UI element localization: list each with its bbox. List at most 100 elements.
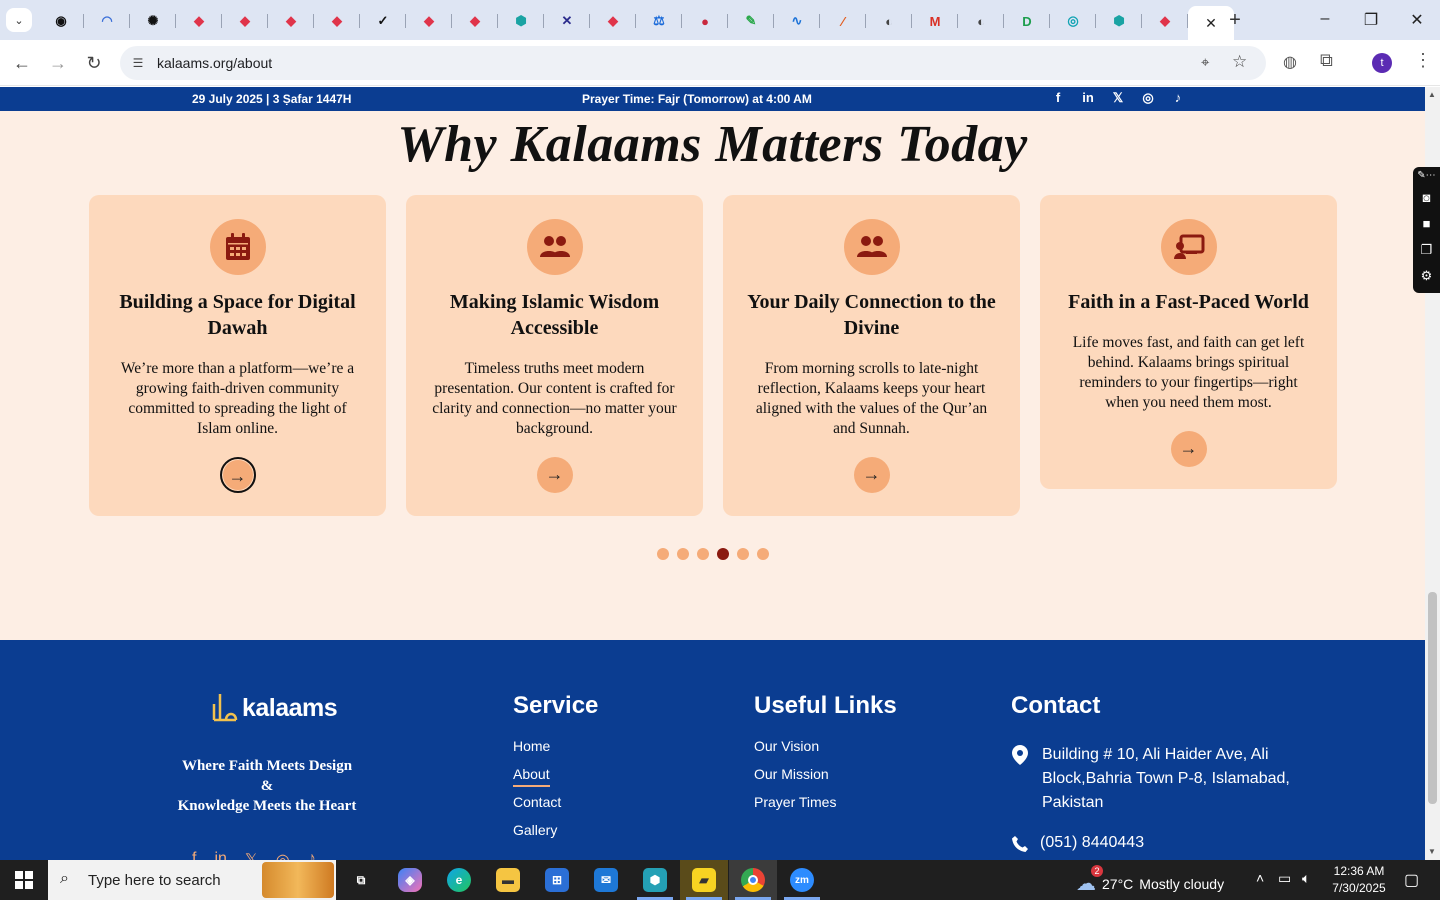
carousel-dot[interactable] — [757, 548, 769, 560]
x-twitter-icon[interactable]: 𝕏 — [245, 850, 258, 860]
footer-link-gallery[interactable]: Gallery — [513, 822, 561, 850]
site-settings-icon[interactable]: ☰ — [130, 55, 146, 71]
linkedin-icon[interactable]: in — [1080, 90, 1096, 106]
link-label[interactable]: Our Mission — [754, 766, 829, 782]
card-arrow-button[interactable]: → — [853, 457, 890, 493]
carousel-dot[interactable] — [737, 548, 749, 560]
footer-link-contact[interactable]: Contact — [513, 794, 561, 822]
link-label[interactable]: Gallery — [513, 822, 557, 838]
close-tab-icon[interactable]: ✕ — [1205, 15, 1217, 32]
browser-tab[interactable]: ◆ — [314, 6, 360, 36]
settings-gear-icon[interactable]: ⚙ — [1413, 263, 1440, 289]
extensions-puzzle-icon[interactable]: ⧉ — [1320, 50, 1333, 71]
address-bar[interactable]: ☰ kalaams.org/about ⌖ ☆ — [120, 46, 1266, 80]
browser-tab[interactable]: D — [1004, 6, 1050, 36]
footer-link-prayer-times[interactable]: Prayer Times — [754, 794, 836, 822]
browser-tab[interactable]: ◉ — [38, 6, 84, 36]
browser-tab[interactable]: ⚖ — [636, 6, 682, 36]
camera-icon[interactable]: ◙ — [1413, 185, 1440, 211]
carousel-dot[interactable] — [697, 548, 709, 560]
carousel-dot[interactable] — [677, 548, 689, 560]
tiktok-icon[interactable]: ♪ — [1170, 90, 1186, 106]
weather-widget[interactable]: ☁ 2 27°C Mostly cloudy — [1076, 865, 1224, 896]
browser-tab[interactable]: ⬢ — [498, 6, 544, 36]
store-button[interactable]: ⊞ — [533, 860, 581, 900]
footer-link-about[interactable]: About — [513, 766, 561, 794]
card-arrow-button[interactable]: → — [536, 457, 573, 493]
footer-logo[interactable]: kalaams — [210, 690, 338, 726]
instagram-icon[interactable]: ◎ — [276, 850, 290, 860]
scrollbar-thumb[interactable] — [1428, 592, 1437, 804]
footer-link-our-vision[interactable]: Our Vision — [754, 738, 836, 766]
browser-tab[interactable]: ◆ — [268, 6, 314, 36]
zoom-button[interactable]: zm — [778, 860, 826, 900]
browser-tab[interactable]: ⁄ — [820, 6, 866, 36]
forward-button[interactable]: → — [47, 52, 69, 74]
back-button[interactable]: ← — [11, 52, 33, 74]
network-icon[interactable]: ▭ — [1278, 870, 1291, 887]
link-label[interactable]: Our Vision — [754, 738, 819, 754]
scroll-down-icon[interactable]: ▼ — [1428, 847, 1436, 856]
scroll-up-icon[interactable]: ▲ — [1428, 90, 1436, 99]
start-button[interactable] — [0, 860, 48, 900]
card-arrow-button[interactable]: → — [1170, 431, 1207, 467]
browser-tab[interactable]: ◆ — [406, 6, 452, 36]
browser-tab[interactable]: ✎ — [728, 6, 774, 36]
file-explorer-button[interactable]: ▬ — [484, 860, 532, 900]
minimize-button[interactable]: – — [1315, 10, 1335, 28]
notification-center-icon[interactable]: ▢ — [1404, 870, 1419, 890]
browser-tab[interactable]: ⬢ — [1096, 6, 1142, 36]
facebook-icon[interactable]: f — [1050, 90, 1066, 106]
browser-tab[interactable]: ◆ — [1142, 6, 1188, 36]
browser-tab[interactable]: ◐ — [958, 6, 1004, 36]
search-highlight-image[interactable] — [262, 862, 334, 898]
tray-chevron-up-icon[interactable]: ˄ — [1256, 870, 1264, 886]
footer-link-home[interactable]: Home — [513, 738, 561, 766]
browser-tab[interactable]: ✓ — [360, 6, 406, 36]
window-capture-icon[interactable]: ❐ — [1413, 237, 1440, 263]
search-placeholder[interactable]: Type here to search — [88, 872, 221, 889]
taskbar-search[interactable]: ⌕ Type here to search — [48, 860, 336, 900]
profile-avatar[interactable]: t — [1372, 53, 1392, 73]
browser-tab[interactable]: ✺ — [130, 6, 176, 36]
kebab-menu-icon[interactable]: ⋮ — [1414, 50, 1432, 71]
location-pin-icon[interactable]: ⌖ — [1201, 54, 1209, 71]
footer-link-our-mission[interactable]: Our Mission — [754, 766, 836, 794]
browser-tab[interactable]: ✕ — [544, 6, 590, 36]
vscode-like-button[interactable]: ⬢ — [631, 860, 679, 900]
browser-tab[interactable]: ● — [682, 6, 728, 36]
video-camera-icon[interactable]: ■ — [1413, 211, 1440, 237]
browser-tab[interactable]: ◆ — [222, 6, 268, 36]
link-label[interactable]: Prayer Times — [754, 794, 836, 810]
chrome-button[interactable] — [729, 860, 777, 900]
taskbar-clock[interactable]: 12:36 AM 7/30/2025 — [1326, 863, 1392, 897]
browser-tab[interactable]: M — [912, 6, 958, 36]
translate-globe-icon[interactable]: ◍ — [1283, 52, 1297, 72]
browser-tab[interactable]: ◠ — [84, 6, 130, 36]
facebook-icon[interactable]: f — [192, 850, 196, 860]
url-text[interactable]: kalaams.org/about — [157, 55, 272, 71]
x-twitter-icon[interactable]: 𝕏 — [1110, 90, 1126, 106]
link-label[interactable]: About — [513, 766, 550, 787]
new-tab-button[interactable]: + — [1224, 9, 1246, 31]
browser-tab[interactable]: ◐ — [866, 6, 912, 36]
reload-button[interactable]: ↻ — [83, 52, 105, 74]
browser-tab[interactable]: ∿ — [774, 6, 820, 36]
instagram-icon[interactable]: ◎ — [1140, 90, 1156, 106]
volume-icon[interactable]: 🔈︎ — [1302, 870, 1310, 887]
copilot-button[interactable]: ◈ — [386, 860, 434, 900]
card-arrow-button[interactable]: → — [219, 457, 256, 493]
mail-button[interactable]: ✉ — [582, 860, 630, 900]
maximize-button[interactable]: ❐ — [1361, 10, 1381, 30]
linkedin-icon[interactable]: in — [214, 850, 226, 860]
task-view-button[interactable]: ⧉ — [337, 860, 385, 900]
carousel-dot[interactable] — [717, 548, 729, 560]
close-window-button[interactable]: ✕ — [1407, 10, 1427, 30]
pin-more-icon[interactable]: ✎⋯ — [1413, 167, 1440, 185]
tiktok-icon[interactable]: ♪ — [308, 850, 316, 860]
browser-tab[interactable]: ◎ — [1050, 6, 1096, 36]
tab-search-button[interactable]: ⌄ — [6, 8, 32, 32]
phone-number[interactable]: (051) 8440443 — [1040, 834, 1144, 852]
edge-button[interactable]: e — [435, 860, 483, 900]
carousel-dot[interactable] — [657, 548, 669, 560]
